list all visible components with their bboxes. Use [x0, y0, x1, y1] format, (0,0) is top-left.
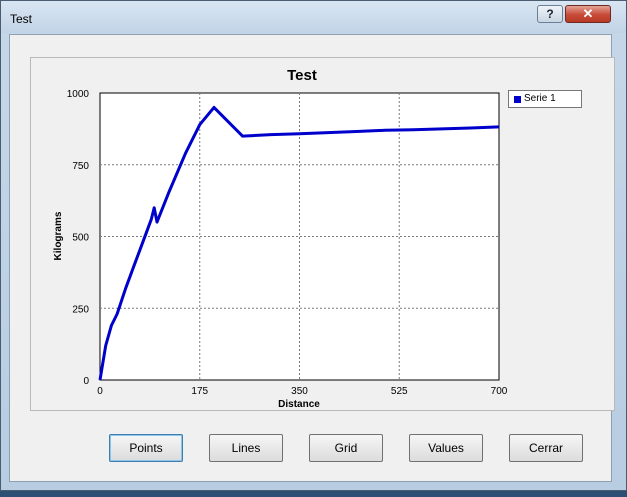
- y-tick-label: 250: [72, 304, 89, 315]
- y-axis-label: Kilograms: [53, 211, 64, 260]
- x-tick-label: 350: [291, 386, 308, 397]
- x-axis-label: Distance: [278, 399, 320, 410]
- y-tick-label: 500: [72, 233, 89, 244]
- dialog-window: Test ? ✕ 0 175 350 525 700 0 250 500 750 1000 Test…: [0, 0, 627, 491]
- legend-swatch-serie-1: [514, 96, 521, 103]
- x-tick-label: 700: [491, 386, 508, 397]
- plot-area: [99, 92, 500, 381]
- values-button[interactable]: Values: [409, 434, 483, 462]
- x-tick-label: 175: [191, 386, 208, 397]
- x-tick-label: 525: [391, 386, 408, 397]
- legend-label-serie-1: Serie 1: [524, 93, 556, 104]
- y-tick-label: 0: [83, 376, 89, 387]
- line-chart: 0 175 350 525 700 0 250 500 750 1000 Test Distance K…: [53, 67, 508, 410]
- points-button[interactable]: Points: [109, 434, 183, 462]
- y-tick-label: 750: [72, 161, 89, 172]
- x-tick-label: 0: [97, 386, 103, 397]
- chart-legend: Serie 1: [508, 90, 582, 108]
- cerrar-button[interactable]: Cerrar: [509, 434, 583, 462]
- chart-title: Test: [287, 67, 317, 84]
- y-tick-label: 1000: [67, 89, 90, 100]
- grid-button[interactable]: Grid: [309, 434, 383, 462]
- lines-button[interactable]: Lines: [209, 434, 283, 462]
